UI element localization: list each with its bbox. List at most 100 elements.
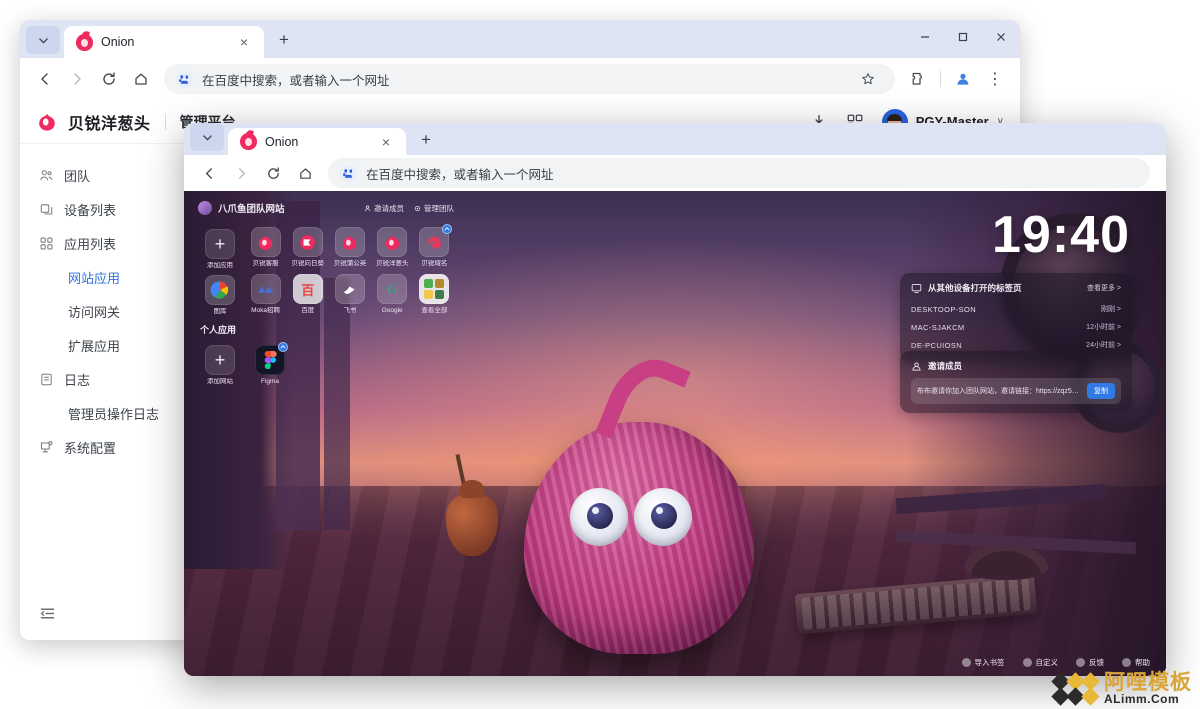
apps-icon bbox=[38, 235, 54, 251]
app-tile[interactable] bbox=[335, 227, 365, 257]
view-all-icon bbox=[424, 279, 444, 299]
sidebar-item-access-gateway[interactable]: 访问网关 bbox=[20, 294, 209, 328]
profile-icon[interactable] bbox=[948, 64, 978, 94]
home-icon[interactable] bbox=[290, 158, 320, 188]
app-cell[interactable]: 贝锐域名 bbox=[415, 223, 454, 268]
address-bar[interactable]: 在百度中搜索，或者输入一个网址 bbox=[164, 64, 895, 94]
app-tile[interactable] bbox=[377, 227, 407, 257]
copy-button[interactable]: 复制 bbox=[1087, 383, 1115, 399]
browser-tab[interactable]: Onion × bbox=[64, 26, 264, 58]
sidebar-item-admin-operation-logs[interactable]: 管理员操作日志 bbox=[20, 396, 209, 430]
sidebar-item-extension-apps[interactable]: 扩展应用 bbox=[20, 328, 209, 362]
app-cell[interactable]: Moka招聘 bbox=[246, 270, 285, 315]
menu-icon[interactable]: ⋮ bbox=[980, 64, 1010, 94]
tab-title: Onion bbox=[265, 135, 368, 149]
back-icon[interactable] bbox=[194, 158, 224, 188]
browser-tab[interactable]: Onion × bbox=[228, 128, 406, 155]
view-more-link[interactable]: 查看更多 > bbox=[1087, 283, 1121, 293]
app-cell[interactable]: G Google bbox=[373, 270, 412, 315]
invite-members-action[interactable]: 邀请成员 bbox=[364, 203, 404, 214]
new-tab-button[interactable]: + bbox=[274, 30, 294, 50]
gallery-cell[interactable]: 图库 bbox=[205, 271, 235, 315]
window-controls bbox=[906, 20, 1020, 58]
app-cell[interactable]: 贝锐洋葱头 bbox=[373, 223, 412, 268]
tab-close-icon[interactable]: × bbox=[234, 32, 254, 52]
view-all-tile[interactable] bbox=[419, 274, 449, 304]
personal-apps-section-label: 个人应用 bbox=[200, 323, 454, 336]
app-tile[interactable] bbox=[419, 227, 449, 257]
app-cell[interactable]: 贝锐蒲公英 bbox=[330, 223, 369, 268]
device-row[interactable]: DESKTOOP-SON 刚刚 > bbox=[911, 300, 1121, 318]
app-cell[interactable]: 贝锐客服 bbox=[246, 223, 285, 268]
extensions-icon[interactable] bbox=[903, 64, 933, 94]
app-cell[interactable]: 飞书 bbox=[330, 270, 369, 315]
bookmark-star-icon[interactable] bbox=[853, 64, 883, 94]
sidebar-item-system-config[interactable]: 系统配置 ▾ bbox=[20, 430, 209, 464]
add-site-tile[interactable] bbox=[205, 345, 235, 375]
team-icon bbox=[38, 167, 54, 183]
customize-button[interactable]: 自定义 bbox=[1023, 657, 1059, 668]
team-app-dock: 八爪鱼团队网站 邀请成员 管理团队 bbox=[198, 201, 454, 385]
minimize-icon[interactable] bbox=[906, 20, 944, 54]
sidebar-item-app-list[interactable]: 应用列表 ▾ bbox=[20, 226, 209, 260]
app-tile[interactable] bbox=[251, 227, 281, 257]
back-icon[interactable] bbox=[30, 64, 60, 94]
gallery-tile[interactable] bbox=[205, 275, 235, 305]
edge-icon bbox=[425, 233, 444, 252]
import-bookmarks-button[interactable]: 导入书签 bbox=[962, 657, 1005, 668]
app-label: Figma bbox=[261, 378, 279, 385]
close-icon[interactable] bbox=[982, 20, 1020, 54]
address-bar[interactable]: 在百度中搜索，或者输入一个网址 bbox=[328, 158, 1150, 188]
add-app-tile[interactable] bbox=[205, 229, 235, 259]
app-label: 贝锐洋葱头 bbox=[376, 260, 409, 267]
add-site-cell[interactable]: 添加网站 bbox=[198, 341, 242, 385]
tab-search-caret-icon[interactable] bbox=[26, 26, 60, 54]
sidebar-item-label: 日志 bbox=[64, 370, 90, 389]
address-bar-text: 在百度中搜索，或者输入一个网址 bbox=[366, 164, 554, 183]
app-tile[interactable] bbox=[335, 274, 365, 304]
forward-icon[interactable] bbox=[226, 158, 256, 188]
invite-link-box[interactable]: 布布邀请你加入团队网站，邀请链接：https://zqz5sr... 复制 bbox=[911, 378, 1121, 404]
manage-team-action[interactable]: 管理团队 bbox=[414, 203, 454, 214]
sidebar-item-logs[interactable]: 日志 bbox=[20, 362, 209, 396]
settings-icon bbox=[38, 439, 54, 455]
reload-icon[interactable] bbox=[94, 64, 124, 94]
app-tile[interactable]: G bbox=[377, 274, 407, 304]
onion-favicon bbox=[240, 133, 257, 150]
app-cell[interactable]: Figma bbox=[248, 341, 292, 385]
app-tile[interactable]: 百 bbox=[293, 274, 323, 304]
home-icon[interactable] bbox=[126, 64, 156, 94]
clock: 19:40 bbox=[992, 205, 1130, 265]
maximize-icon[interactable] bbox=[944, 20, 982, 54]
footer-label: 反馈 bbox=[1089, 657, 1104, 668]
sidebar-item-team[interactable]: 团队 ▾ bbox=[20, 158, 209, 192]
app-tile[interactable] bbox=[293, 227, 323, 257]
help-icon bbox=[1122, 658, 1131, 667]
sidebar-item-label: 设备列表 bbox=[64, 200, 116, 219]
card-header: 邀请成员 bbox=[911, 360, 1121, 372]
add-app-cell[interactable]: 添加应用 bbox=[205, 225, 235, 269]
tab-close-icon[interactable]: × bbox=[376, 132, 396, 152]
app-tile[interactable] bbox=[255, 345, 285, 375]
device-time: 12小时前 > bbox=[1086, 322, 1121, 332]
device-name: DESKTOOP-SON bbox=[911, 305, 976, 314]
app-cell[interactable]: 百 百度 bbox=[288, 270, 327, 315]
app-cell[interactable]: 贝锐向日葵 bbox=[288, 223, 327, 268]
watermark-cn-text: 阿哩模板 bbox=[1104, 672, 1192, 693]
sidebar-item-website-apps[interactable]: 网站应用 bbox=[20, 260, 209, 294]
collapse-sidebar-icon[interactable] bbox=[36, 602, 58, 624]
help-button[interactable]: 帮助 bbox=[1122, 657, 1150, 668]
feedback-button[interactable]: 反馈 bbox=[1076, 657, 1104, 668]
tab-search-caret-icon[interactable] bbox=[190, 123, 224, 151]
reload-icon[interactable] bbox=[258, 158, 288, 188]
app-cell[interactable]: 查看全部 bbox=[415, 270, 454, 315]
new-tab-button[interactable]: + bbox=[416, 130, 436, 150]
device-row[interactable]: MAC-SJAKCM 12小时前 > bbox=[911, 318, 1121, 336]
sidebar-item-device-list[interactable]: 设备列表 bbox=[20, 192, 209, 226]
app-tile[interactable] bbox=[251, 274, 281, 304]
import-bookmarks-icon bbox=[962, 658, 971, 667]
toolbar-divider bbox=[940, 71, 941, 87]
invite-members-card: 邀请成员 布布邀请你加入团队网站，邀请链接：https://zqz5sr... … bbox=[900, 351, 1132, 413]
person-icon bbox=[364, 205, 371, 212]
forward-icon[interactable] bbox=[62, 64, 92, 94]
